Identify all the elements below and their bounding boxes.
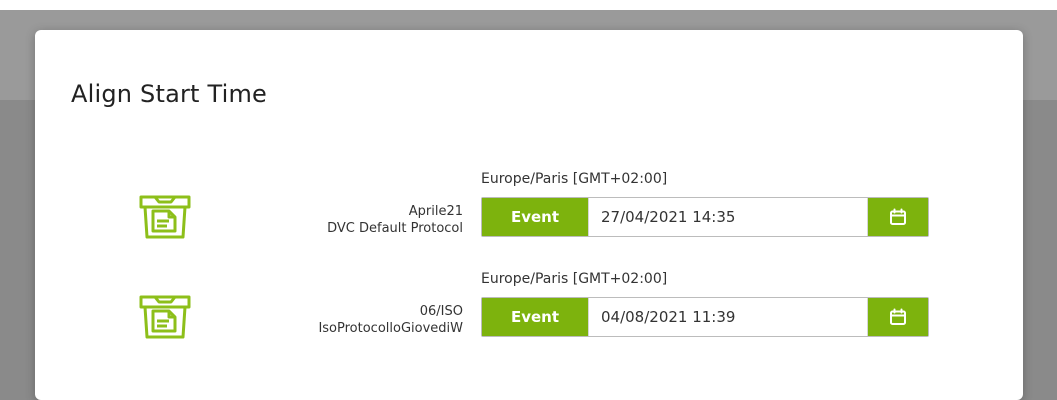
session-name: 06/ISO bbox=[419, 304, 463, 319]
storage-box-icon bbox=[135, 289, 195, 341]
session-name: Aprile21 bbox=[408, 204, 463, 219]
calendar-button[interactable] bbox=[867, 298, 928, 336]
timezone-label: Europe/Paris [GMT+02:00] bbox=[481, 171, 668, 187]
align-start-time-dialog: Align Start Time Aprile21 DVC Default Pr… bbox=[35, 30, 1023, 400]
session-protocol: DVC Default Protocol bbox=[327, 221, 463, 236]
calendar-button[interactable] bbox=[867, 198, 928, 236]
calendar-icon bbox=[890, 308, 906, 325]
dialog-title: Align Start Time bbox=[71, 80, 268, 108]
event-button[interactable]: Event bbox=[482, 198, 588, 236]
event-button[interactable]: Event bbox=[482, 298, 588, 336]
session-protocol: IsoProtocolloGiovediW bbox=[318, 321, 463, 336]
session-label: Aprile21 DVC Default Protocol bbox=[327, 203, 463, 237]
calendar-icon bbox=[890, 208, 906, 225]
session-row: Aprile21 DVC Default Protocol Europe/Par… bbox=[35, 165, 1023, 265]
session-label: 06/ISO IsoProtocolloGiovediW bbox=[318, 303, 463, 337]
datetime-input[interactable]: 27/04/2021 14:35 bbox=[588, 198, 867, 236]
backdrop-strip bbox=[0, 0, 1057, 10]
storage-box-icon bbox=[135, 189, 195, 241]
datetime-field-group: Event 27/04/2021 14:35 bbox=[481, 197, 929, 237]
datetime-input[interactable]: 04/08/2021 11:39 bbox=[588, 298, 867, 336]
timezone-label: Europe/Paris [GMT+02:00] bbox=[481, 271, 668, 287]
datetime-field-group: Event 04/08/2021 11:39 bbox=[481, 297, 929, 337]
session-row: 06/ISO IsoProtocolloGiovediW Europe/Pari… bbox=[35, 265, 1023, 365]
